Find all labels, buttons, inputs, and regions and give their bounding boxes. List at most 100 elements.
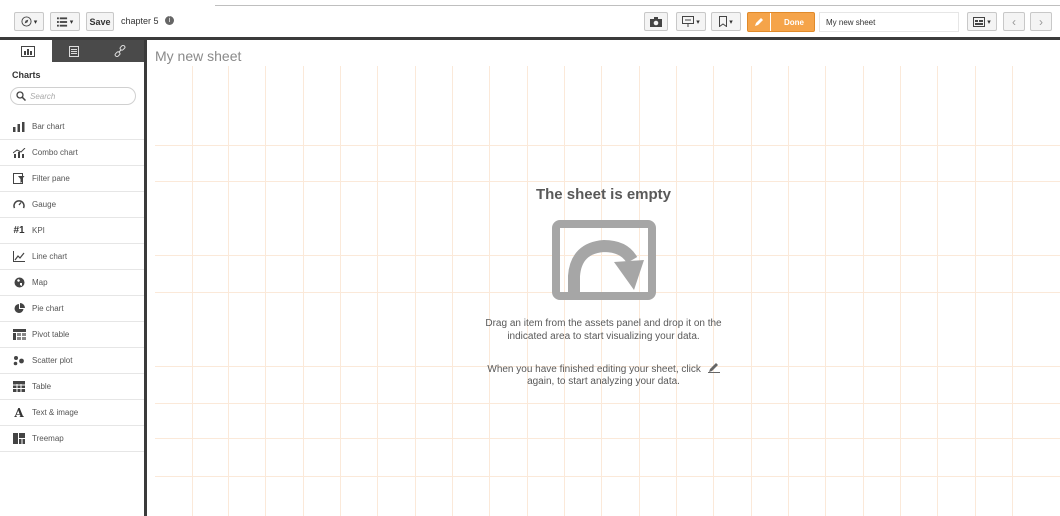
list-item-gauge[interactable]: Gauge	[0, 192, 144, 218]
tab-charts[interactable]	[8, 40, 48, 62]
grid-line-vertical	[415, 66, 416, 516]
grid-line-vertical	[489, 66, 490, 516]
list-item-label: Scatter plot	[32, 356, 73, 365]
pie-chart-icon	[12, 302, 26, 316]
list-item-bar-chart[interactable]: Bar chart	[0, 114, 144, 140]
grid-line-vertical	[527, 66, 528, 516]
assets-panel: Charts Search Bar chart Combo chart Filt…	[0, 62, 144, 516]
sheet-title[interactable]: My new sheet	[155, 48, 241, 64]
grid-line-horizontal	[155, 403, 1060, 404]
list-item-label: Gauge	[32, 200, 57, 209]
line-chart-icon	[12, 250, 26, 264]
text-image-icon: A	[14, 405, 24, 420]
list-item-label: Table	[32, 382, 52, 391]
treemap-icon	[12, 432, 26, 446]
next-sheet-button[interactable]: ›	[1030, 12, 1052, 31]
list-item-filter-pane[interactable]: Filter pane	[0, 166, 144, 192]
list-icon	[56, 16, 67, 27]
chevron-down-icon: ▾	[696, 18, 700, 26]
search-placeholder: Search	[30, 91, 56, 101]
grid-line-vertical	[265, 66, 266, 516]
panel-title: Charts	[12, 70, 41, 80]
list-item-scatter-plot[interactable]: Scatter plot	[0, 348, 144, 374]
tab-fields[interactable]	[52, 40, 96, 62]
grid-line-vertical	[228, 66, 229, 516]
list-item-label: KPI	[32, 226, 45, 235]
grid-line-vertical	[1012, 66, 1013, 516]
chevron-down-icon: ▾	[33, 18, 38, 26]
presentation-button[interactable]: ▾	[676, 12, 706, 31]
list-item-pivot-table[interactable]: Pivot table	[0, 322, 144, 348]
grid-line-vertical	[751, 66, 752, 516]
camera-icon	[650, 16, 662, 27]
pivot-table-icon	[12, 328, 26, 342]
list-item-treemap[interactable]: Treemap	[0, 426, 144, 452]
grid-line-vertical	[340, 66, 341, 516]
hint-drag-line1: Drag an item from the assets panel and d…	[485, 318, 722, 329]
grid-line-vertical	[825, 66, 826, 516]
list-item-label: Combo chart	[32, 148, 78, 157]
list-item-map[interactable]: Map	[0, 270, 144, 296]
grid-line-vertical	[303, 66, 304, 516]
chevron-down-icon: ▾	[729, 18, 733, 26]
hint-drag-line2: indicated area to start visualizing your…	[507, 331, 700, 342]
done-button[interactable]: Done	[747, 12, 815, 32]
list-item-label: Text & image	[32, 408, 79, 417]
snapshot-button[interactable]	[644, 12, 668, 31]
list-item-combo-chart[interactable]: Combo chart	[0, 140, 144, 166]
tab-master-items[interactable]	[96, 40, 144, 62]
compass-icon	[21, 16, 32, 27]
sheets-menu-button[interactable]: ▾	[967, 12, 997, 31]
search-input[interactable]: Search	[10, 87, 136, 105]
chevron-left-icon: ‹	[1012, 14, 1016, 29]
sheet-canvas[interactable]: My new sheet The sheet is empty Drag an …	[147, 40, 1060, 516]
list-item-line-chart[interactable]: Line chart	[0, 244, 144, 270]
kpi-icon: #1	[13, 225, 25, 236]
list-item-label: Pie chart	[32, 304, 64, 313]
gauge-icon	[12, 198, 26, 212]
assets-panel-tabs	[0, 40, 146, 62]
chevron-down-icon: ▾	[987, 18, 991, 26]
navigation-menu-button[interactable]: ▾	[14, 12, 44, 31]
bar-chart-icon	[12, 120, 26, 134]
toolbar: ▾ ▾ Save chapter 5 i ▾ ▾ Done My new she…	[0, 6, 1060, 36]
hint-edit-text: When you have finished editing your shee…	[487, 364, 701, 375]
grid-line-vertical	[713, 66, 714, 516]
grid-line-horizontal	[155, 476, 1060, 477]
chevron-right-icon: ›	[1039, 14, 1043, 29]
grid-line-horizontal	[155, 145, 1060, 146]
grid-line-vertical	[788, 66, 789, 516]
search-icon	[16, 91, 26, 101]
save-button[interactable]: Save	[86, 12, 114, 31]
global-menu-button[interactable]: ▾	[50, 12, 80, 31]
list-item-label: Map	[32, 278, 48, 287]
info-icon[interactable]: i	[165, 16, 174, 25]
app-name: chapter 5	[121, 16, 159, 26]
list-item-pie-chart[interactable]: Pie chart	[0, 296, 144, 322]
grid-line-vertical	[676, 66, 677, 516]
grid-line-vertical	[863, 66, 864, 516]
list-item-label: Filter pane	[32, 174, 70, 183]
filter-pane-icon	[12, 172, 26, 186]
chevron-down-icon: ▾	[69, 18, 74, 26]
bookmark-icon	[719, 16, 728, 27]
combo-chart-icon	[12, 146, 26, 160]
charts-icon	[21, 45, 35, 57]
grid-line-vertical	[900, 66, 901, 516]
map-icon	[12, 276, 26, 290]
sheets-icon	[973, 16, 986, 27]
bookmark-button[interactable]: ▾	[711, 12, 741, 31]
sheet-name-field[interactable]: My new sheet	[819, 12, 959, 32]
previous-sheet-button[interactable]: ‹	[1003, 12, 1025, 31]
list-item-table[interactable]: Table	[0, 374, 144, 400]
hint-edit-line2: again, to start analyzing your data.	[527, 376, 680, 387]
done-label: Done	[784, 17, 804, 27]
list-item-label: Pivot table	[32, 330, 70, 339]
fields-icon	[69, 45, 79, 57]
list-item-text-image[interactable]: A Text & image	[0, 400, 144, 426]
presentation-icon	[682, 16, 695, 27]
link-icon	[114, 45, 126, 57]
grid-line-vertical	[192, 66, 193, 516]
scatter-plot-icon	[12, 354, 26, 368]
list-item-kpi[interactable]: #1 KPI	[0, 218, 144, 244]
